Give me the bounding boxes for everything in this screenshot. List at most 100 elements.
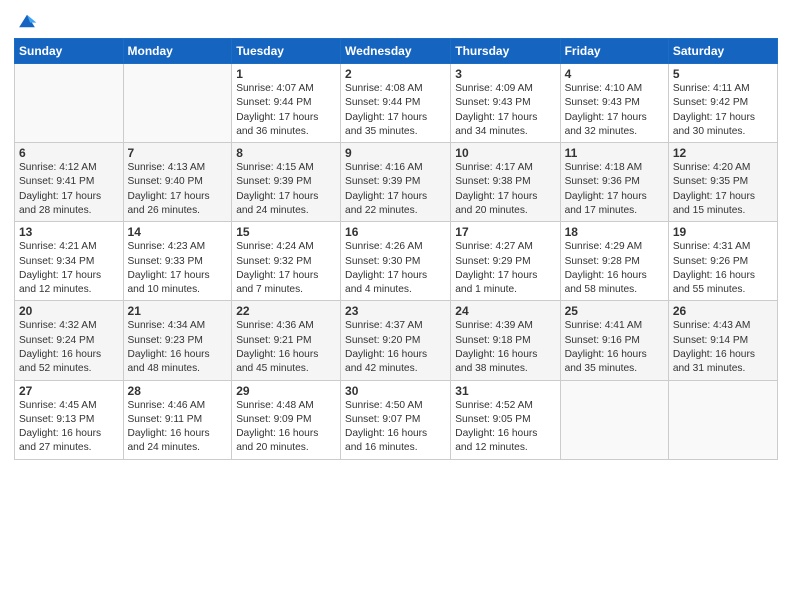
- day-number: 22: [236, 304, 336, 318]
- day-number: 2: [345, 67, 446, 81]
- weekday-header-monday: Monday: [123, 39, 232, 64]
- weekday-header-saturday: Saturday: [668, 39, 777, 64]
- day-number: 4: [565, 67, 664, 81]
- day-number: 10: [455, 146, 555, 160]
- day-info: Sunrise: 4:41 AM Sunset: 9:16 PM Dayligh…: [565, 319, 664, 376]
- calendar-cell: [668, 380, 777, 459]
- calendar-cell: 21Sunrise: 4:34 AM Sunset: 9:23 PM Dayli…: [123, 301, 232, 380]
- day-number: 26: [673, 304, 773, 318]
- week-row-4: 20Sunrise: 4:32 AM Sunset: 9:24 PM Dayli…: [15, 301, 778, 380]
- day-number: 17: [455, 225, 555, 239]
- calendar-cell: 4Sunrise: 4:10 AM Sunset: 9:43 PM Daylig…: [560, 64, 668, 143]
- day-info: Sunrise: 4:09 AM Sunset: 9:43 PM Dayligh…: [455, 82, 555, 139]
- calendar-cell: 27Sunrise: 4:45 AM Sunset: 9:13 PM Dayli…: [15, 380, 124, 459]
- day-info: Sunrise: 4:16 AM Sunset: 9:39 PM Dayligh…: [345, 161, 446, 218]
- day-info: Sunrise: 4:32 AM Sunset: 9:24 PM Dayligh…: [19, 319, 119, 376]
- calendar-cell: 1Sunrise: 4:07 AM Sunset: 9:44 PM Daylig…: [232, 64, 341, 143]
- day-number: 29: [236, 384, 336, 398]
- day-number: 19: [673, 225, 773, 239]
- day-number: 27: [19, 384, 119, 398]
- day-info: Sunrise: 4:36 AM Sunset: 9:21 PM Dayligh…: [236, 319, 336, 376]
- day-info: Sunrise: 4:17 AM Sunset: 9:38 PM Dayligh…: [455, 161, 555, 218]
- day-info: Sunrise: 4:24 AM Sunset: 9:32 PM Dayligh…: [236, 240, 336, 297]
- page: SundayMondayTuesdayWednesdayThursdayFrid…: [0, 0, 792, 612]
- day-info: Sunrise: 4:08 AM Sunset: 9:44 PM Dayligh…: [345, 82, 446, 139]
- day-info: Sunrise: 4:52 AM Sunset: 9:05 PM Dayligh…: [455, 399, 555, 456]
- day-info: Sunrise: 4:21 AM Sunset: 9:34 PM Dayligh…: [19, 240, 119, 297]
- day-info: Sunrise: 4:31 AM Sunset: 9:26 PM Dayligh…: [673, 240, 773, 297]
- day-info: Sunrise: 4:48 AM Sunset: 9:09 PM Dayligh…: [236, 399, 336, 456]
- day-info: Sunrise: 4:37 AM Sunset: 9:20 PM Dayligh…: [345, 319, 446, 376]
- day-number: 14: [128, 225, 228, 239]
- day-info: Sunrise: 4:29 AM Sunset: 9:28 PM Dayligh…: [565, 240, 664, 297]
- day-number: 21: [128, 304, 228, 318]
- day-number: 24: [455, 304, 555, 318]
- calendar-cell: [560, 380, 668, 459]
- calendar-cell: 30Sunrise: 4:50 AM Sunset: 9:07 PM Dayli…: [341, 380, 451, 459]
- day-number: 13: [19, 225, 119, 239]
- day-number: 6: [19, 146, 119, 160]
- weekday-header-row: SundayMondayTuesdayWednesdayThursdayFrid…: [15, 39, 778, 64]
- day-number: 11: [565, 146, 664, 160]
- day-info: Sunrise: 4:39 AM Sunset: 9:18 PM Dayligh…: [455, 319, 555, 376]
- calendar-cell: 26Sunrise: 4:43 AM Sunset: 9:14 PM Dayli…: [668, 301, 777, 380]
- day-number: 30: [345, 384, 446, 398]
- day-info: Sunrise: 4:12 AM Sunset: 9:41 PM Dayligh…: [19, 161, 119, 218]
- calendar-cell: 3Sunrise: 4:09 AM Sunset: 9:43 PM Daylig…: [451, 64, 560, 143]
- calendar-cell: 11Sunrise: 4:18 AM Sunset: 9:36 PM Dayli…: [560, 143, 668, 222]
- day-info: Sunrise: 4:27 AM Sunset: 9:29 PM Dayligh…: [455, 240, 555, 297]
- calendar-cell: 13Sunrise: 4:21 AM Sunset: 9:34 PM Dayli…: [15, 222, 124, 301]
- day-number: 31: [455, 384, 555, 398]
- day-number: 3: [455, 67, 555, 81]
- weekday-header-thursday: Thursday: [451, 39, 560, 64]
- day-number: 9: [345, 146, 446, 160]
- day-number: 16: [345, 225, 446, 239]
- week-row-2: 6Sunrise: 4:12 AM Sunset: 9:41 PM Daylig…: [15, 143, 778, 222]
- calendar-cell: 31Sunrise: 4:52 AM Sunset: 9:05 PM Dayli…: [451, 380, 560, 459]
- calendar-cell: 20Sunrise: 4:32 AM Sunset: 9:24 PM Dayli…: [15, 301, 124, 380]
- weekday-header-friday: Friday: [560, 39, 668, 64]
- calendar-cell: [15, 64, 124, 143]
- day-number: 12: [673, 146, 773, 160]
- day-info: Sunrise: 4:43 AM Sunset: 9:14 PM Dayligh…: [673, 319, 773, 376]
- day-info: Sunrise: 4:15 AM Sunset: 9:39 PM Dayligh…: [236, 161, 336, 218]
- day-info: Sunrise: 4:11 AM Sunset: 9:42 PM Dayligh…: [673, 82, 773, 139]
- calendar-cell: 6Sunrise: 4:12 AM Sunset: 9:41 PM Daylig…: [15, 143, 124, 222]
- day-number: 8: [236, 146, 336, 160]
- day-number: 25: [565, 304, 664, 318]
- day-info: Sunrise: 4:07 AM Sunset: 9:44 PM Dayligh…: [236, 82, 336, 139]
- day-number: 28: [128, 384, 228, 398]
- day-info: Sunrise: 4:13 AM Sunset: 9:40 PM Dayligh…: [128, 161, 228, 218]
- logo-icon: [16, 10, 38, 32]
- day-info: Sunrise: 4:20 AM Sunset: 9:35 PM Dayligh…: [673, 161, 773, 218]
- calendar-cell: 10Sunrise: 4:17 AM Sunset: 9:38 PM Dayli…: [451, 143, 560, 222]
- calendar: SundayMondayTuesdayWednesdayThursdayFrid…: [14, 38, 778, 460]
- day-info: Sunrise: 4:10 AM Sunset: 9:43 PM Dayligh…: [565, 82, 664, 139]
- calendar-cell: 19Sunrise: 4:31 AM Sunset: 9:26 PM Dayli…: [668, 222, 777, 301]
- calendar-cell: 15Sunrise: 4:24 AM Sunset: 9:32 PM Dayli…: [232, 222, 341, 301]
- day-number: 15: [236, 225, 336, 239]
- day-info: Sunrise: 4:26 AM Sunset: 9:30 PM Dayligh…: [345, 240, 446, 297]
- weekday-header-tuesday: Tuesday: [232, 39, 341, 64]
- day-info: Sunrise: 4:45 AM Sunset: 9:13 PM Dayligh…: [19, 399, 119, 456]
- calendar-cell: 22Sunrise: 4:36 AM Sunset: 9:21 PM Dayli…: [232, 301, 341, 380]
- day-number: 20: [19, 304, 119, 318]
- day-info: Sunrise: 4:50 AM Sunset: 9:07 PM Dayligh…: [345, 399, 446, 456]
- calendar-cell: 14Sunrise: 4:23 AM Sunset: 9:33 PM Dayli…: [123, 222, 232, 301]
- day-number: 5: [673, 67, 773, 81]
- day-info: Sunrise: 4:18 AM Sunset: 9:36 PM Dayligh…: [565, 161, 664, 218]
- calendar-cell: 9Sunrise: 4:16 AM Sunset: 9:39 PM Daylig…: [341, 143, 451, 222]
- weekday-header-wednesday: Wednesday: [341, 39, 451, 64]
- calendar-cell: 18Sunrise: 4:29 AM Sunset: 9:28 PM Dayli…: [560, 222, 668, 301]
- week-row-1: 1Sunrise: 4:07 AM Sunset: 9:44 PM Daylig…: [15, 64, 778, 143]
- day-number: 1: [236, 67, 336, 81]
- calendar-cell: 25Sunrise: 4:41 AM Sunset: 9:16 PM Dayli…: [560, 301, 668, 380]
- calendar-cell: 17Sunrise: 4:27 AM Sunset: 9:29 PM Dayli…: [451, 222, 560, 301]
- calendar-cell: 23Sunrise: 4:37 AM Sunset: 9:20 PM Dayli…: [341, 301, 451, 380]
- calendar-cell: 24Sunrise: 4:39 AM Sunset: 9:18 PM Dayli…: [451, 301, 560, 380]
- weekday-header-sunday: Sunday: [15, 39, 124, 64]
- week-row-5: 27Sunrise: 4:45 AM Sunset: 9:13 PM Dayli…: [15, 380, 778, 459]
- day-number: 23: [345, 304, 446, 318]
- day-info: Sunrise: 4:34 AM Sunset: 9:23 PM Dayligh…: [128, 319, 228, 376]
- calendar-cell: 2Sunrise: 4:08 AM Sunset: 9:44 PM Daylig…: [341, 64, 451, 143]
